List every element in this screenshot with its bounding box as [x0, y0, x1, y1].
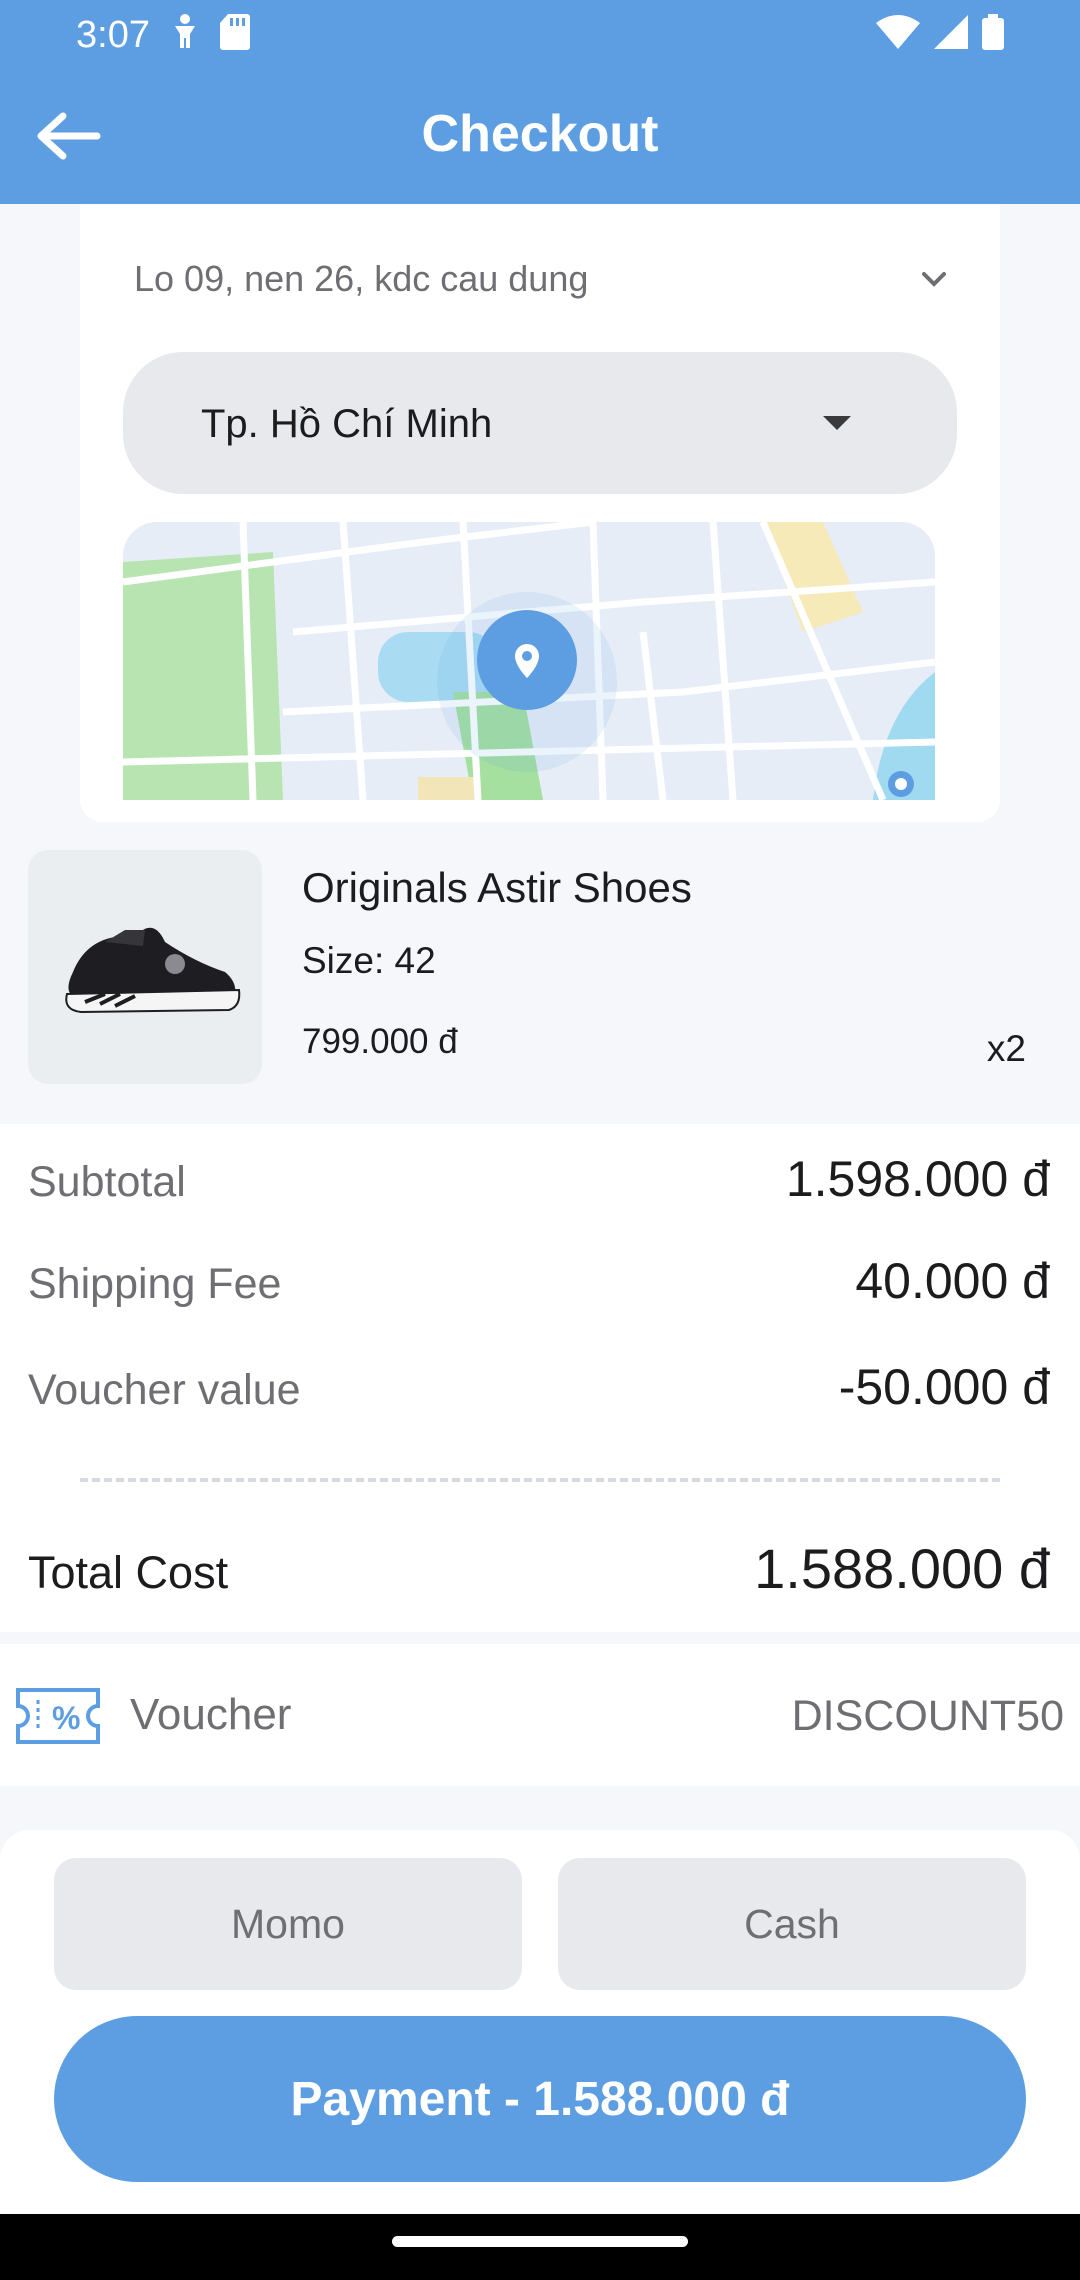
shipping-value: 40.000 đ: [855, 1253, 1050, 1309]
cash-payment-button[interactable]: Cash: [558, 1858, 1026, 1990]
city-select-value: Tp. Hồ Chí Minh: [201, 402, 493, 446]
momo-payment-button[interactable]: Momo: [54, 1858, 522, 1990]
product-size: Size: 42: [302, 940, 436, 981]
voucher-row[interactable]: % Voucher DISCOUNT50: [0, 1644, 1080, 1786]
product-quantity: x2: [986, 1028, 1026, 1069]
shoe-image: [65, 927, 241, 1014]
home-indicator[interactable]: [392, 2236, 688, 2247]
voucher-value-row: Voucher value -50.000 đ: [28, 1358, 1050, 1416]
battery-icon: [982, 14, 1004, 50]
cart-item: Originals Astir Shoes Size: 42 799.000 đ…: [0, 822, 1080, 1124]
wifi-icon: [876, 15, 920, 49]
svg-text:%: %: [52, 1700, 80, 1736]
voucher-value-label: Voucher value: [28, 1366, 301, 1414]
sd-card-icon: [220, 14, 250, 50]
shipping-label: Shipping Fee: [28, 1260, 282, 1308]
caret-down-icon: [823, 416, 851, 430]
status-bar: 3:07: [0, 0, 1080, 70]
subtotal-row: Subtotal 1.598.000 đ: [28, 1150, 1050, 1208]
address-card: Lo 09, nen 26, kdc cau dung Tp. Hồ Chí M…: [80, 204, 1000, 822]
dashed-divider: [80, 1478, 1000, 1482]
product-price: 799.000 đ: [302, 1022, 458, 1061]
city-select[interactable]: Tp. Hồ Chí Minh: [123, 352, 957, 494]
page-title: Checkout: [421, 105, 659, 163]
order-summary: Subtotal 1.598.000 đ Shipping Fee 40.000…: [0, 1124, 1080, 1632]
voucher-code: DISCOUNT50: [791, 1692, 1064, 1740]
map-pin-icon: [477, 610, 577, 710]
system-nav-bar: [0, 2214, 1080, 2280]
voucher-value-amount: -50.000 đ: [838, 1359, 1050, 1415]
accessibility-icon: [175, 14, 195, 48]
app-header: 3:07 Checkout: [0, 0, 1080, 204]
total-value: 1.588.000 đ: [754, 1537, 1050, 1600]
location-map[interactable]: [123, 522, 935, 800]
voucher-label: Voucher: [130, 1690, 292, 1739]
product-name: Originals Astir Shoes: [302, 864, 692, 911]
chevron-down-icon[interactable]: [914, 264, 954, 294]
subtotal-value: 1.598.000 đ: [785, 1151, 1050, 1207]
total-row: Total Cost 1.588.000 đ: [28, 1536, 1050, 1601]
shipping-row: Shipping Fee 40.000 đ: [28, 1252, 1050, 1310]
total-label: Total Cost: [28, 1547, 229, 1598]
payment-panel: Momo Cash Payment - 1.588.000 đ: [0, 1830, 1080, 2214]
signal-icon: [934, 15, 968, 49]
subtotal-label: Subtotal: [28, 1158, 186, 1206]
product-image: [28, 850, 262, 1084]
status-time: 3:07: [76, 14, 150, 56]
voucher-percent-icon: %: [16, 1688, 100, 1744]
payment-button[interactable]: Payment - 1.588.000 đ: [54, 2016, 1026, 2182]
address-line[interactable]: Lo 09, nen 26, kdc cau dung: [134, 258, 588, 300]
map-illustration: [123, 522, 935, 800]
